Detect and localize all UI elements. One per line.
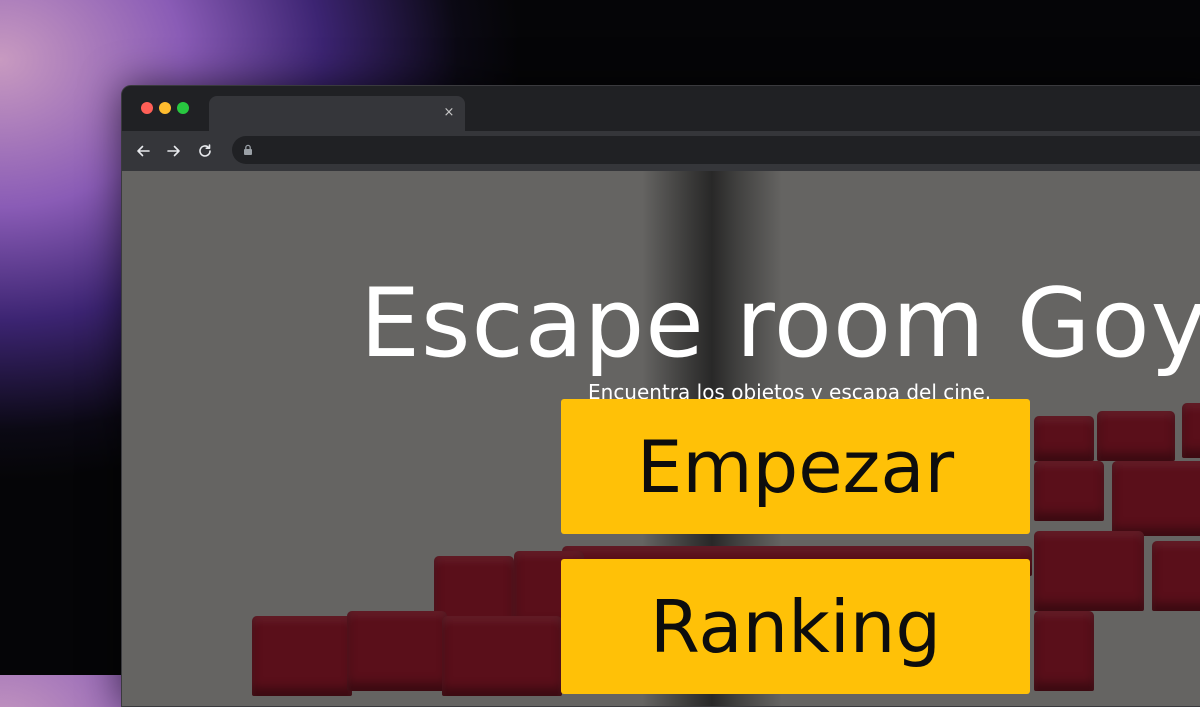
- close-window-button[interactable]: [141, 102, 153, 114]
- browser-toolbar: [122, 131, 1200, 171]
- cinema-seat: [1097, 411, 1175, 461]
- ranking-button[interactable]: Ranking: [561, 559, 1030, 694]
- arrow-left-icon: [137, 145, 150, 157]
- cinema-seat: [1152, 541, 1200, 611]
- back-button[interactable]: [131, 139, 155, 163]
- cinema-seat: [1182, 403, 1200, 458]
- minimize-window-button[interactable]: [159, 102, 171, 114]
- cinema-seat: [1034, 531, 1144, 611]
- cinema-seat: [1034, 416, 1094, 461]
- maximize-window-button[interactable]: [177, 102, 189, 114]
- arrow-right-icon: [167, 145, 180, 157]
- browser-tab[interactable]: ×: [209, 96, 465, 131]
- cinema-seat: [252, 616, 352, 696]
- cinema-seat: [1034, 461, 1104, 521]
- reload-button[interactable]: [193, 139, 217, 163]
- cinema-seat: [442, 616, 562, 696]
- address-bar[interactable]: [232, 136, 1200, 164]
- tab-close-icon[interactable]: ×: [441, 105, 457, 121]
- browser-window: × Escape room Goya Encuentra los objetos…: [121, 85, 1200, 707]
- cinema-seat: [1112, 461, 1200, 536]
- page-title: Escape room Goya: [360, 268, 1200, 379]
- cinema-seat: [347, 611, 447, 691]
- forward-button[interactable]: [162, 139, 186, 163]
- start-button[interactable]: Empezar: [561, 399, 1030, 534]
- reload-icon: [199, 144, 211, 157]
- lock-icon: [244, 144, 252, 155]
- browser-titlebar: ×: [122, 86, 1200, 131]
- cinema-seat: [1034, 611, 1094, 691]
- page-viewport: Escape room Goya Encuentra los objetos y…: [122, 171, 1200, 706]
